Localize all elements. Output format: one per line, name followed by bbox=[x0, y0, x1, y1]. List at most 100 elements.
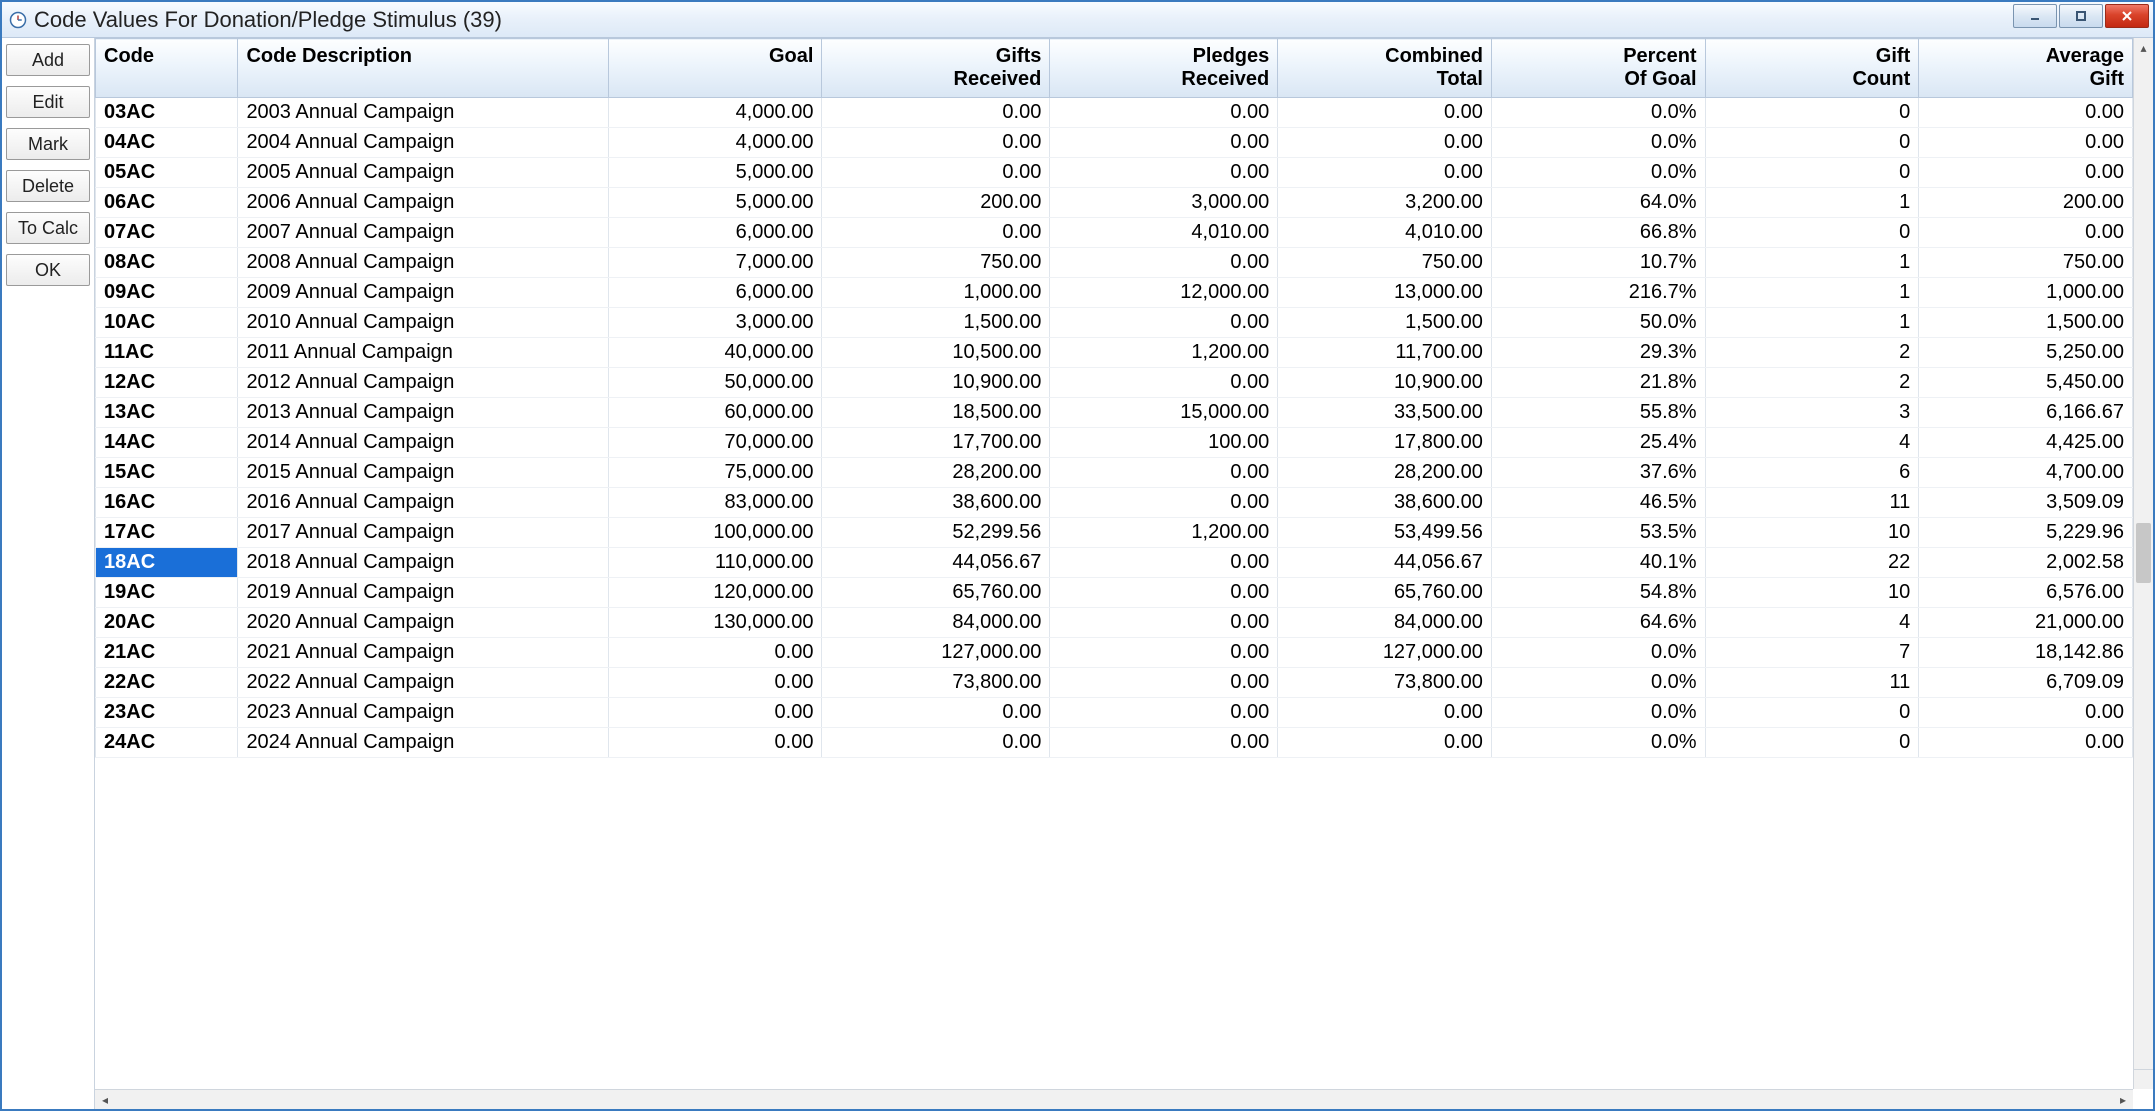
cell-percent-of-goal[interactable]: 216.7% bbox=[1491, 278, 1705, 308]
cell-combined-total[interactable]: 127,000.00 bbox=[1278, 638, 1492, 668]
col-combined-total[interactable]: CombinedTotal bbox=[1278, 39, 1492, 98]
cell-goal[interactable]: 7,000.00 bbox=[608, 248, 822, 278]
cell-average-gift[interactable]: 3,509.09 bbox=[1919, 488, 2133, 518]
cell-gifts-received[interactable]: 28,200.00 bbox=[822, 458, 1050, 488]
cell-pledges-received[interactable]: 0.00 bbox=[1050, 668, 1278, 698]
cell-average-gift[interactable]: 750.00 bbox=[1919, 248, 2133, 278]
cell-description[interactable]: 2011 Annual Campaign bbox=[238, 338, 608, 368]
cell-pledges-received[interactable]: 12,000.00 bbox=[1050, 278, 1278, 308]
table-row[interactable]: 19AC2019 Annual Campaign120,000.0065,760… bbox=[96, 578, 2133, 608]
cell-pledges-received[interactable]: 0.00 bbox=[1050, 458, 1278, 488]
cell-percent-of-goal[interactable]: 21.8% bbox=[1491, 368, 1705, 398]
cell-code[interactable]: 06AC bbox=[96, 188, 238, 218]
to-calc-button[interactable]: To Calc bbox=[6, 212, 90, 244]
cell-percent-of-goal[interactable]: 50.0% bbox=[1491, 308, 1705, 338]
cell-pledges-received[interactable]: 0.00 bbox=[1050, 488, 1278, 518]
cell-gift-count[interactable]: 10 bbox=[1705, 578, 1919, 608]
cell-code[interactable]: 24AC bbox=[96, 728, 238, 758]
cell-average-gift[interactable]: 5,450.00 bbox=[1919, 368, 2133, 398]
cell-gifts-received[interactable]: 73,800.00 bbox=[822, 668, 1050, 698]
cell-gift-count[interactable]: 1 bbox=[1705, 308, 1919, 338]
cell-gift-count[interactable]: 0 bbox=[1705, 218, 1919, 248]
titlebar[interactable]: Code Values For Donation/Pledge Stimulus… bbox=[2, 2, 2153, 38]
cell-code[interactable]: 13AC bbox=[96, 398, 238, 428]
cell-combined-total[interactable]: 44,056.67 bbox=[1278, 548, 1492, 578]
cell-combined-total[interactable]: 17,800.00 bbox=[1278, 428, 1492, 458]
cell-gifts-received[interactable]: 10,900.00 bbox=[822, 368, 1050, 398]
cell-code[interactable]: 10AC bbox=[96, 308, 238, 338]
cell-goal[interactable]: 6,000.00 bbox=[608, 278, 822, 308]
cell-gifts-received[interactable]: 44,056.67 bbox=[822, 548, 1050, 578]
cell-code[interactable]: 12AC bbox=[96, 368, 238, 398]
cell-average-gift[interactable]: 0.00 bbox=[1919, 128, 2133, 158]
cell-combined-total[interactable]: 13,000.00 bbox=[1278, 278, 1492, 308]
cell-average-gift[interactable]: 0.00 bbox=[1919, 158, 2133, 188]
cell-combined-total[interactable]: 73,800.00 bbox=[1278, 668, 1492, 698]
cell-goal[interactable]: 50,000.00 bbox=[608, 368, 822, 398]
cell-code[interactable]: 09AC bbox=[96, 278, 238, 308]
scroll-right-icon[interactable]: ▸ bbox=[2113, 1090, 2133, 1109]
cell-gifts-received[interactable]: 84,000.00 bbox=[822, 608, 1050, 638]
cell-description[interactable]: 2013 Annual Campaign bbox=[238, 398, 608, 428]
cell-code[interactable]: 15AC bbox=[96, 458, 238, 488]
table-row[interactable]: 18AC2018 Annual Campaign110,000.0044,056… bbox=[96, 548, 2133, 578]
cell-gifts-received[interactable]: 0.00 bbox=[822, 698, 1050, 728]
cell-average-gift[interactable]: 6,576.00 bbox=[1919, 578, 2133, 608]
cell-combined-total[interactable]: 28,200.00 bbox=[1278, 458, 1492, 488]
cell-description[interactable]: 2020 Annual Campaign bbox=[238, 608, 608, 638]
cell-goal[interactable]: 0.00 bbox=[608, 638, 822, 668]
cell-code[interactable]: 07AC bbox=[96, 218, 238, 248]
cell-combined-total[interactable]: 10,900.00 bbox=[1278, 368, 1492, 398]
cell-percent-of-goal[interactable]: 0.0% bbox=[1491, 638, 1705, 668]
edit-button[interactable]: Edit bbox=[6, 86, 90, 118]
table-row[interactable]: 06AC2006 Annual Campaign5,000.00200.003,… bbox=[96, 188, 2133, 218]
add-button[interactable]: Add bbox=[6, 44, 90, 76]
cell-gift-count[interactable]: 0 bbox=[1705, 158, 1919, 188]
cell-percent-of-goal[interactable]: 64.6% bbox=[1491, 608, 1705, 638]
cell-percent-of-goal[interactable]: 37.6% bbox=[1491, 458, 1705, 488]
cell-description[interactable]: 2003 Annual Campaign bbox=[238, 98, 608, 128]
cell-gifts-received[interactable]: 127,000.00 bbox=[822, 638, 1050, 668]
cell-description[interactable]: 2014 Annual Campaign bbox=[238, 428, 608, 458]
col-percent-of-goal[interactable]: PercentOf Goal bbox=[1491, 39, 1705, 98]
cell-description[interactable]: 2005 Annual Campaign bbox=[238, 158, 608, 188]
cell-combined-total[interactable]: 1,500.00 bbox=[1278, 308, 1492, 338]
delete-button[interactable]: Delete bbox=[6, 170, 90, 202]
cell-percent-of-goal[interactable]: 46.5% bbox=[1491, 488, 1705, 518]
cell-gift-count[interactable]: 0 bbox=[1705, 98, 1919, 128]
cell-code[interactable]: 19AC bbox=[96, 578, 238, 608]
cell-gifts-received[interactable]: 0.00 bbox=[822, 728, 1050, 758]
scroll-left-icon[interactable]: ◂ bbox=[95, 1090, 115, 1109]
cell-average-gift[interactable]: 200.00 bbox=[1919, 188, 2133, 218]
cell-goal[interactable]: 130,000.00 bbox=[608, 608, 822, 638]
cell-combined-total[interactable]: 0.00 bbox=[1278, 728, 1492, 758]
table-row[interactable]: 09AC2009 Annual Campaign6,000.001,000.00… bbox=[96, 278, 2133, 308]
cell-description[interactable]: 2015 Annual Campaign bbox=[238, 458, 608, 488]
close-button[interactable] bbox=[2105, 4, 2149, 28]
cell-average-gift[interactable]: 0.00 bbox=[1919, 98, 2133, 128]
table-row[interactable]: 21AC2021 Annual Campaign0.00127,000.000.… bbox=[96, 638, 2133, 668]
cell-combined-total[interactable]: 38,600.00 bbox=[1278, 488, 1492, 518]
vertical-scrollbar[interactable]: ▴ ▾ bbox=[2133, 38, 2153, 1089]
header-row[interactable]: Code Code Description Goal GiftsReceived… bbox=[96, 39, 2133, 98]
cell-average-gift[interactable]: 6,166.67 bbox=[1919, 398, 2133, 428]
cell-gift-count[interactable]: 0 bbox=[1705, 128, 1919, 158]
cell-average-gift[interactable]: 4,425.00 bbox=[1919, 428, 2133, 458]
cell-percent-of-goal[interactable]: 0.0% bbox=[1491, 98, 1705, 128]
cell-code[interactable]: 11AC bbox=[96, 338, 238, 368]
cell-average-gift[interactable]: 1,000.00 bbox=[1919, 278, 2133, 308]
cell-gift-count[interactable]: 2 bbox=[1705, 368, 1919, 398]
table-row[interactable]: 14AC2014 Annual Campaign70,000.0017,700.… bbox=[96, 428, 2133, 458]
cell-combined-total[interactable]: 750.00 bbox=[1278, 248, 1492, 278]
cell-combined-total[interactable]: 11,700.00 bbox=[1278, 338, 1492, 368]
cell-pledges-received[interactable]: 100.00 bbox=[1050, 428, 1278, 458]
cell-gifts-received[interactable]: 0.00 bbox=[822, 158, 1050, 188]
scroll-up-icon[interactable]: ▴ bbox=[2134, 38, 2153, 58]
cell-description[interactable]: 2024 Annual Campaign bbox=[238, 728, 608, 758]
cell-goal[interactable]: 40,000.00 bbox=[608, 338, 822, 368]
cell-gift-count[interactable]: 1 bbox=[1705, 188, 1919, 218]
cell-gifts-received[interactable]: 0.00 bbox=[822, 128, 1050, 158]
cell-pledges-received[interactable]: 4,010.00 bbox=[1050, 218, 1278, 248]
cell-code[interactable]: 08AC bbox=[96, 248, 238, 278]
cell-code[interactable]: 20AC bbox=[96, 608, 238, 638]
